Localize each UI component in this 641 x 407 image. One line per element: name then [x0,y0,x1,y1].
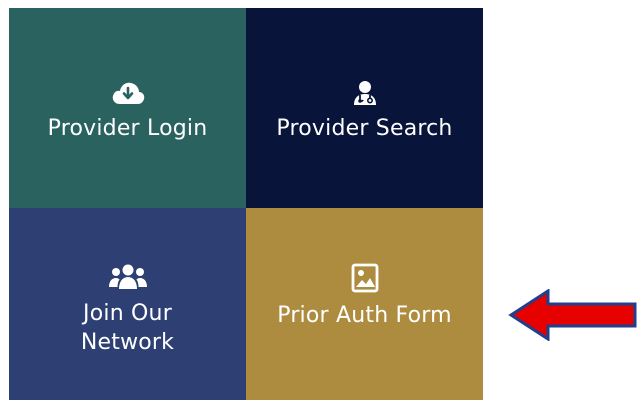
cloud-download-icon [111,80,145,106]
join-our-network-tile[interactable]: Join Our Network [9,208,246,400]
provider-login-label: Provider Login [47,115,208,141]
image-file-icon [351,263,379,293]
provider-search-label: Provider Search [276,115,453,141]
provider-login-tile[interactable]: Provider Login [9,8,246,208]
left-arrow-icon [508,289,637,341]
join-our-network-label: Join Our Network [80,301,175,355]
provider-search-tile[interactable]: Provider Search [246,8,483,208]
doctor-icon [352,80,378,106]
prior-auth-form-label: Prior Auth Form [277,302,452,328]
users-group-icon [108,263,148,291]
prior-auth-form-tile[interactable]: Prior Auth Form [246,208,483,400]
provider-tiles-grid: Provider Login Provider Search Join Our … [9,8,483,400]
